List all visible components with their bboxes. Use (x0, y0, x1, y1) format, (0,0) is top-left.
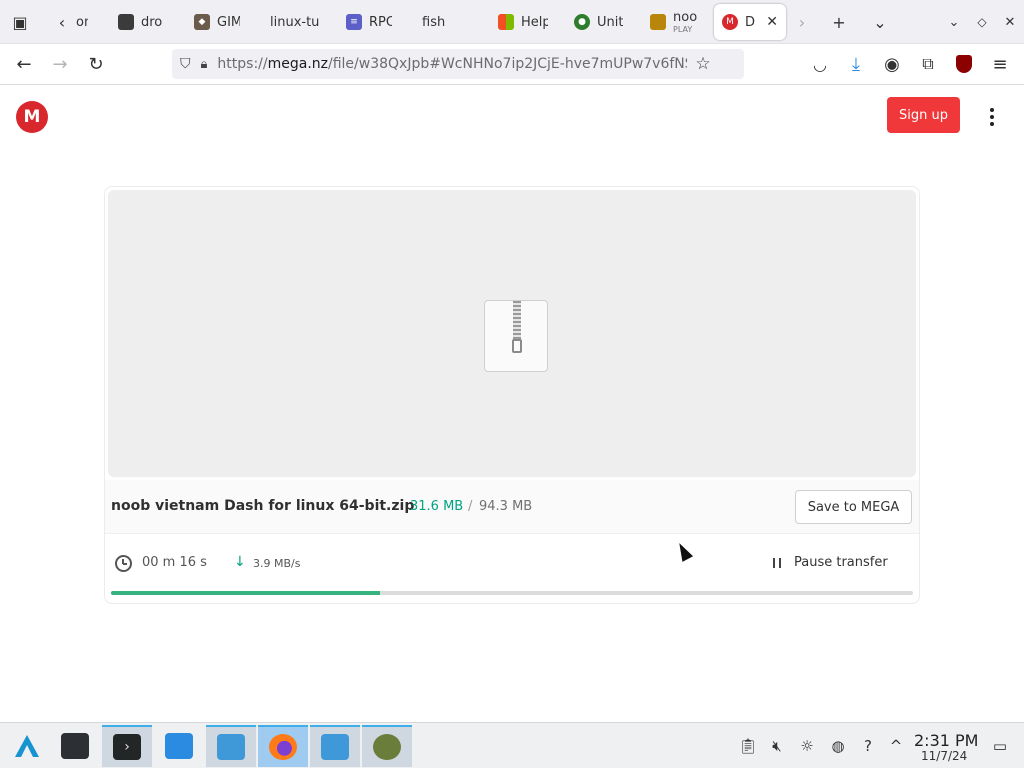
help-icon[interactable]: ? (858, 736, 878, 756)
tab-6[interactable]: fish (414, 4, 476, 40)
show-desktop-icon[interactable]: ▭ (990, 736, 1010, 756)
transfer-speed: 3.9 MB/s (253, 557, 301, 570)
tab-9-label: noo (673, 10, 698, 25)
package-manager-icon[interactable] (154, 725, 204, 767)
download-card: noob vietnam Dash for linux 64-bit.zip 3… (104, 186, 920, 604)
tab-2-label: dro (141, 14, 163, 30)
pause-transfer-button[interactable]: Pause transfer (794, 555, 888, 570)
url-path: /file/w38QxJpb#WcNHNo7ip2JCjE-hve7mUPw7v… (328, 56, 687, 72)
reload-icon[interactable]: ↻ (80, 48, 112, 80)
doc-icon: ≡ (346, 14, 362, 30)
system-settings-icon[interactable] (50, 725, 100, 767)
game-window-icon[interactable] (362, 725, 412, 767)
download-arrow-icon: ↓ (234, 554, 246, 570)
downloads-icon[interactable]: ⤓ (840, 48, 872, 80)
url-bar[interactable]: ⛉ 🔒︎ https://mega.nz/file/w38QxJpb#WcNHN… (172, 49, 744, 79)
tab-mega-active[interactable]: M Do ✕ (714, 4, 786, 40)
tab-1[interactable]: on (68, 4, 96, 40)
lock-icon[interactable]: 🔒︎ (201, 57, 208, 72)
tab-8[interactable]: ● Unit (566, 4, 632, 40)
shield-icon[interactable]: ⛉ (180, 56, 191, 72)
tab-strip: ▣ ‹ on dro ◆ GIM linux-tu ≡ RPC fish Hel… (0, 0, 1024, 44)
zip-file-icon (484, 300, 548, 372)
tab-4[interactable]: linux-tu (262, 4, 328, 40)
file-info-row: noob vietnam Dash for linux 64-bit.zip 3… (105, 480, 919, 534)
clock-time[interactable]: 2:31 PM (914, 731, 978, 750)
terminal-icon[interactable]: › (102, 725, 152, 767)
file-manager-window-icon[interactable] (310, 725, 360, 767)
close-window-icon[interactable]: ✕ (994, 6, 1024, 38)
mega-icon: M (722, 14, 738, 30)
total-size: 94.3 MB (479, 499, 533, 514)
download-progress-bar (111, 591, 913, 595)
file-name: noob vietnam Dash for linux 64-bit.zip (111, 498, 415, 514)
download-progress-fill (111, 591, 380, 595)
dark-thumbnail-icon (118, 14, 134, 30)
clock-date[interactable]: 11/7/24 (921, 749, 967, 763)
gimp-icon: ◆ (194, 14, 210, 30)
tab-8-label: Unit (597, 14, 624, 30)
tab-7-label: Help (521, 14, 548, 30)
zipper-pull-graphic (512, 339, 522, 353)
tab-6-label: fish (422, 14, 446, 30)
pocket-icon[interactable]: ◡ (804, 48, 836, 80)
account-icon[interactable]: ◉ (876, 48, 908, 80)
game-icon (650, 14, 666, 30)
brightness-icon[interactable]: ☼ (797, 736, 817, 756)
tab-10-label: Do (745, 14, 756, 30)
url-prefix: https:// (217, 56, 268, 72)
tab-overview-icon[interactable]: ▣ (4, 6, 36, 38)
file-preview-area (108, 190, 916, 477)
list-tabs-icon[interactable]: ⌄ (864, 6, 896, 38)
tab-2[interactable]: dro (110, 4, 172, 40)
tab-5-label: RPC (369, 14, 392, 30)
app-launcher-icon[interactable] (2, 725, 52, 767)
clipboard-icon[interactable]: 📋︎ (738, 736, 758, 756)
size-separator: / (468, 499, 473, 514)
mega-logo[interactable]: M (16, 101, 48, 133)
extensions-icon[interactable]: ⧉ (912, 48, 944, 80)
close-tab-icon[interactable]: ✕ (766, 14, 778, 30)
show-hidden-icons-icon[interactable]: ^ (886, 736, 906, 756)
back-arrow-icon[interactable]: ← (8, 48, 40, 80)
tab-9[interactable]: noo PLAY (642, 4, 704, 40)
new-tab-icon[interactable]: + (823, 6, 855, 38)
downloaded-size: 31.6 MB (410, 499, 464, 514)
tab-1-label: on (76, 14, 88, 30)
volume-muted-icon[interactable]: 🔇︎ (767, 736, 787, 756)
network-icon[interactable]: ◍ (828, 736, 848, 756)
bookmark-star-icon[interactable]: ☆ (695, 54, 710, 74)
tab-4-label: linux-tu (270, 14, 320, 30)
sign-up-button[interactable]: Sign up (887, 97, 960, 133)
taskbar: › 📋︎ 🔇︎ ☼ ◍ ? ^ ▭ (0, 722, 1024, 768)
tab-5[interactable]: ≡ RPC (338, 4, 400, 40)
tab-3[interactable]: ◆ GIM (186, 4, 248, 40)
unity-icon: ● (574, 14, 590, 30)
navigation-bar: ← → ↻ ⛉ 🔒︎ https://mega.nz/file/w38QxJpb… (0, 44, 1024, 85)
tab-9-sublabel: PLAY (673, 25, 693, 34)
tab-7[interactable]: Help (490, 4, 556, 40)
forward-arrow-icon[interactable]: → (44, 48, 76, 80)
file-manager-icon[interactable] (206, 725, 256, 767)
save-to-mega-button[interactable]: Save to MEGA (795, 490, 912, 524)
ublock-icon[interactable] (948, 48, 980, 80)
url-text[interactable]: https://mega.nz/file/w38QxJpb#WcNHNo7ip2… (217, 56, 687, 72)
clock-icon (115, 555, 132, 572)
transfer-status-row: 00 m 16 s ↓ 3.9 MB/s Pause transfer (105, 535, 919, 591)
firefox-icon[interactable] (258, 725, 308, 767)
tab-3-label: GIM (217, 14, 240, 30)
windows-icon (498, 14, 514, 30)
url-host: mega.nz (267, 56, 328, 72)
more-options-icon[interactable] (980, 105, 1004, 129)
time-remaining: 00 m 16 s (142, 555, 207, 570)
pause-icon[interactable] (773, 558, 781, 568)
menu-hamburger-icon[interactable]: ≡ (984, 48, 1016, 80)
tabs-scroll-right-icon[interactable]: › (786, 6, 818, 38)
